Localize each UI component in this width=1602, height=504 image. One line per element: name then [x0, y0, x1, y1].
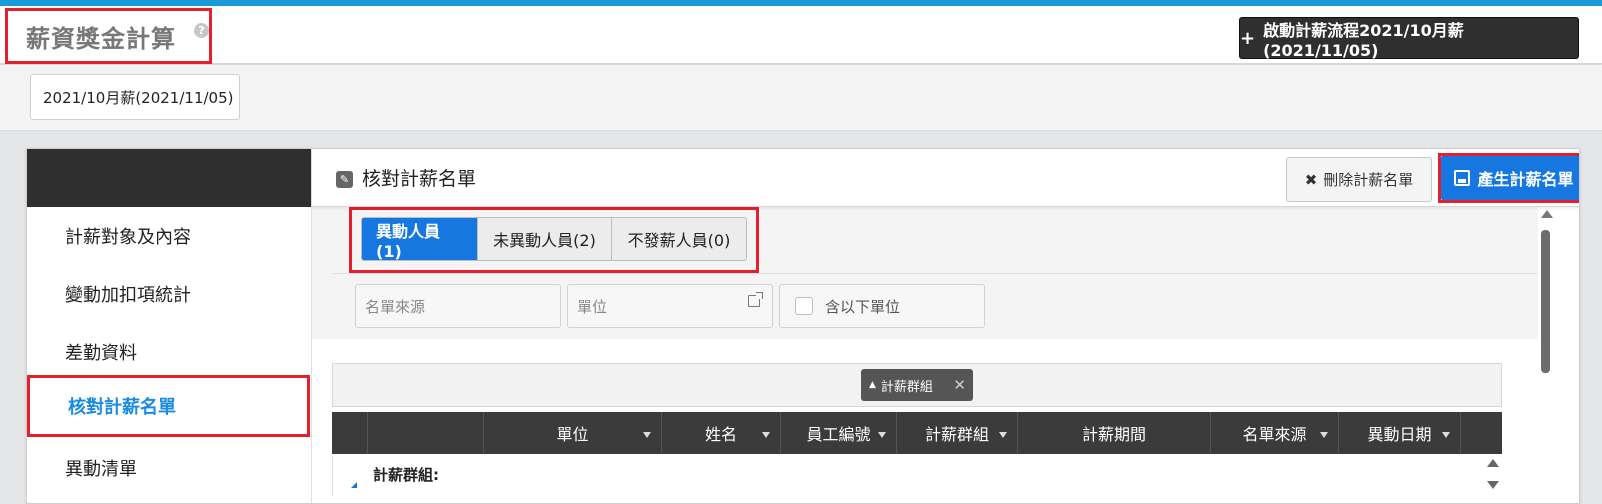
edit-icon: ✎: [336, 171, 353, 188]
scroll-up-icon[interactable]: [1487, 459, 1499, 467]
divider: [332, 273, 1552, 274]
filter-icon[interactable]: [643, 432, 651, 438]
scroll-down-icon[interactable]: [1487, 481, 1499, 489]
filter-icon[interactable]: [1320, 432, 1328, 438]
grid-scrollbar[interactable]: [1485, 456, 1499, 503]
help-icon[interactable]: ?: [194, 23, 209, 38]
scroll-up-icon[interactable]: [1541, 210, 1553, 218]
group-chip-label: 計薪群組: [880, 379, 933, 395]
plus-icon: +: [1240, 27, 1256, 49]
start-payroll-process-label: 啟動計薪流程2021/10月薪(2021/11/05): [1263, 20, 1464, 60]
group-chip[interactable]: ▲ 計薪群組 ✕: [861, 369, 973, 401]
filter-icon[interactable]: [878, 432, 886, 438]
generate-payroll-list-label: 產生計薪名單: [1477, 170, 1574, 189]
grid-col-unit-label: 單位: [556, 425, 589, 444]
grid-col-indent: [332, 412, 368, 454]
group-by-bar: ▲ 計薪群組 ✕: [332, 363, 1502, 407]
page-title: 薪資獎金計算: [26, 24, 176, 53]
grid-col-payroll-group[interactable]: 計薪群組: [897, 412, 1018, 454]
include-subunits-checkbox[interactable]: [795, 297, 813, 315]
main-scrollbar[interactable]: [1538, 207, 1553, 503]
open-external-icon[interactable]: [748, 292, 763, 307]
tab-unchanged-employees[interactable]: 未異動人員(2): [478, 218, 612, 260]
save-icon: [1454, 170, 1471, 186]
grid-col-employee-id-label: 員工編號: [806, 425, 871, 444]
grid-col-list-source[interactable]: 名單來源: [1211, 412, 1339, 454]
grid-col-extra: [1461, 412, 1502, 454]
filter-icon[interactable]: [999, 432, 1007, 438]
group-row[interactable]: 計薪群組:: [332, 456, 1502, 496]
unit-placeholder: 單位: [577, 297, 608, 316]
grid-col-unit[interactable]: 單位: [484, 412, 662, 454]
filter-icon[interactable]: [1442, 432, 1450, 438]
grid-col-name-label: 姓名: [704, 425, 737, 444]
expand-icon[interactable]: [351, 482, 357, 488]
period-tab[interactable]: 2021/10月薪(2021/11/05): [30, 74, 240, 120]
sidebar-header: [27, 149, 311, 207]
sidebar-item-targets[interactable]: 計薪對象及內容: [27, 207, 312, 265]
group-row-label: 計薪群組:: [373, 466, 439, 484]
payroll-card: 計薪對象及內容 變動加扣項統計 差勤資料 核對計薪名單 異動清單 ✎ 核對計薪名…: [26, 148, 1580, 504]
page-header: 薪資獎金計算 ? + 啟動計薪流程2021/10月薪(2021/11/05): [0, 6, 1602, 64]
sidebar: 計薪對象及內容 變動加扣項統計 差勤資料 核對計薪名單 異動清單: [27, 149, 312, 503]
sidebar-item-verify-list[interactable]: 核對計薪名單: [27, 375, 310, 437]
sidebar-item-variable-items[interactable]: 變動加扣項統計: [27, 265, 312, 323]
grid-col-change-date[interactable]: 異動日期: [1339, 412, 1461, 454]
employee-status-tabs: 異動人員(1) 未異動人員(2) 不發薪人員(0): [361, 217, 747, 261]
start-payroll-process-button[interactable]: + 啟動計薪流程2021/10月薪(2021/11/05): [1239, 17, 1579, 60]
sidebar-item-attendance[interactable]: 差勤資料: [27, 323, 312, 381]
sidebar-item-change-list[interactable]: 異動清單: [27, 439, 312, 497]
grid-header: 單位 姓名 員工編號 計薪群組 計薪期間 名單來源 異動日期: [332, 412, 1502, 454]
filter-icon[interactable]: [762, 432, 770, 438]
grid-col-select: [368, 412, 484, 454]
remove-group-icon[interactable]: ✕: [953, 376, 966, 394]
period-tab-bar: 2021/10月薪(2021/11/05): [0, 65, 1602, 131]
main-header: ✎ 核對計薪名單 ✖ 刪除計薪名單 產生計薪名單: [312, 149, 1579, 207]
tab-changed-employees[interactable]: 異動人員(1): [362, 218, 478, 260]
page-title-box: 薪資獎金計算 ?: [5, 8, 212, 64]
list-source-placeholder: 名單來源: [365, 297, 426, 316]
include-subunits-label: 含以下單位: [825, 297, 901, 316]
grid-col-employee-id[interactable]: 員工編號: [781, 412, 897, 454]
grid-col-payroll-period[interactable]: 計薪期間: [1018, 412, 1211, 454]
scrollbar-thumb[interactable]: [1541, 230, 1550, 373]
close-icon: ✖: [1304, 170, 1318, 189]
unit-field[interactable]: 單位: [567, 284, 773, 328]
tab-unpaid-employees[interactable]: 不發薪人員(0): [612, 218, 746, 260]
grid-col-payroll-period-label: 計薪期間: [1081, 425, 1146, 444]
grid-col-change-date-label: 異動日期: [1367, 425, 1432, 444]
generate-payroll-list-button[interactable]: 產生計薪名單: [1441, 156, 1579, 200]
include-subunits-field[interactable]: 含以下單位: [779, 284, 985, 328]
delete-payroll-list-label: 刪除計薪名單: [1323, 171, 1414, 189]
grid-col-list-source-label: 名單來源: [1242, 425, 1307, 444]
sort-asc-icon: ▲: [869, 380, 876, 390]
delete-payroll-list-button[interactable]: ✖ 刪除計薪名單: [1286, 157, 1432, 202]
list-source-field[interactable]: 名單來源: [355, 284, 561, 328]
grid-col-name[interactable]: 姓名: [662, 412, 781, 454]
grid-col-payroll-group-label: 計薪群組: [924, 425, 989, 444]
main-title: 核對計薪名單: [362, 168, 477, 190]
